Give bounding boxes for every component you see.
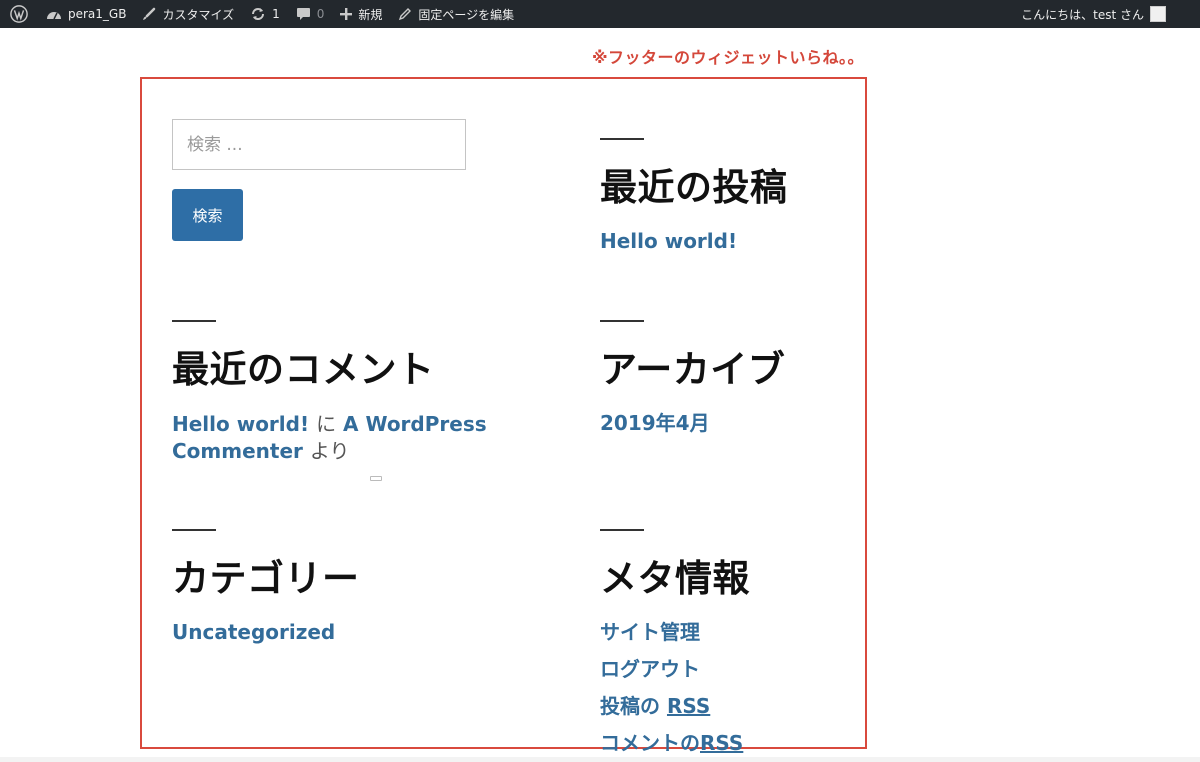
tiny-marker [370,476,382,481]
comment-author-link[interactable]: A WordPress [343,412,487,436]
meta-widget: メタ情報 サイト管理 ログアウト 投稿の RSS コメントのRSS [600,529,750,762]
recent-posts-list: Hello world! [600,223,788,260]
search-button[interactable]: 検索 [172,189,243,241]
avatar [1150,6,1166,22]
category-link[interactable]: Uncategorized [172,614,360,651]
comment-connector: に [316,411,337,436]
comment-post-link[interactable]: Hello world! [172,412,309,436]
updates-link[interactable]: 1 [242,0,288,28]
widget-divider [600,138,644,140]
comments-rss-prefix: コメントの [600,730,700,755]
recent-comments-title: 最近のコメント [172,348,435,391]
recent-post-link[interactable]: Hello world! [600,223,788,260]
dashboard-icon [46,7,62,21]
admin-bar-right: こんにちは、test さん [1013,0,1200,28]
site-admin-link[interactable]: サイト管理 [600,614,750,651]
categories-list: Uncategorized [172,614,360,651]
comment-suffix: より [309,438,350,463]
pencil-icon [398,7,412,21]
posts-rss-label: RSS [666,693,711,718]
greeting-label: こんにちは、test さん [1021,7,1144,22]
bottom-edge [0,757,1200,762]
comments-rss-label: RSS [700,730,744,755]
archives-title: アーカイブ [600,348,786,391]
admin-bar-left: pera1_GB カスタマイズ 1 0 新規 固定ページを編集 [0,0,522,28]
categories-title: カテゴリー [172,557,360,600]
edit-page-link[interactable]: 固定ページを編集 [390,0,522,28]
archive-link[interactable]: 2019年4月 [600,405,785,442]
site-name-label: pera1_GB [68,7,127,21]
archives-widget: アーカイブ 2019年4月 [600,320,785,442]
my-account-link[interactable]: こんにちは、test さん [1013,0,1200,28]
comment-author-link-cont[interactable]: Commenter [172,439,303,463]
categories-widget: カテゴリー Uncategorized [172,529,360,651]
widget-divider [600,320,644,322]
comments-link[interactable]: 0 [288,0,333,28]
comments-count: 0 [316,7,325,21]
edit-page-label: 固定ページを編集 [418,7,515,22]
archives-list: 2019年4月 [600,405,785,442]
logout-link[interactable]: ログアウト [600,651,750,688]
posts-rss-prefix: 投稿の [600,693,660,718]
wordpress-logo-icon [10,5,28,23]
plus-icon [340,8,353,20]
meta-list: サイト管理 ログアウト 投稿の RSS コメントのRSS [600,614,750,762]
customize-label: カスタマイズ [162,7,235,22]
admin-bar: pera1_GB カスタマイズ 1 0 新規 固定ページを編集 こんにちは、te… [0,0,1200,28]
annotation-text: ※フッターのウィジェットいらね。。 [592,48,865,67]
widget-divider [600,529,644,531]
recent-posts-title: 最近の投稿 [600,166,788,209]
updates-count: 1 [272,7,280,21]
customize-link[interactable]: カスタマイズ [134,0,242,28]
wordpress-logo-button[interactable] [0,0,38,28]
paintbrush-icon [142,7,156,21]
recent-comment-item: Hello world! に A WordPress Commenter より [172,411,502,465]
recent-comments-widget: 最近のコメント Hello world! に A WordPress Comme… [172,320,502,465]
meta-title: メタ情報 [600,557,750,600]
widget-divider [172,320,216,322]
new-content-link[interactable]: 新規 [332,0,390,28]
widget-divider [172,529,216,531]
updates-icon [250,6,266,22]
recent-posts-widget: 最近の投稿 Hello world! [600,138,788,260]
comment-bubble-icon [296,7,311,21]
posts-rss-link[interactable]: 投稿の RSS [600,688,750,725]
site-name-link[interactable]: pera1_GB [38,0,134,28]
new-content-label: 新規 [358,7,383,22]
search-input[interactable] [172,119,466,170]
